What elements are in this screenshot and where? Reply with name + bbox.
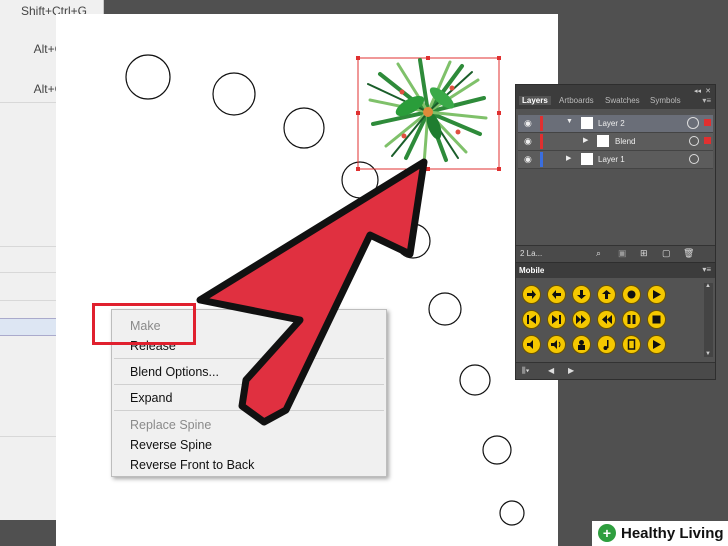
watermark: + Healthy Living <box>592 521 728 546</box>
plus-logo-icon: + <box>598 524 616 542</box>
watermark-text: Healthy Living <box>621 525 724 542</box>
annotation-arrow <box>196 158 428 426</box>
red-arrow-shape <box>196 158 428 426</box>
